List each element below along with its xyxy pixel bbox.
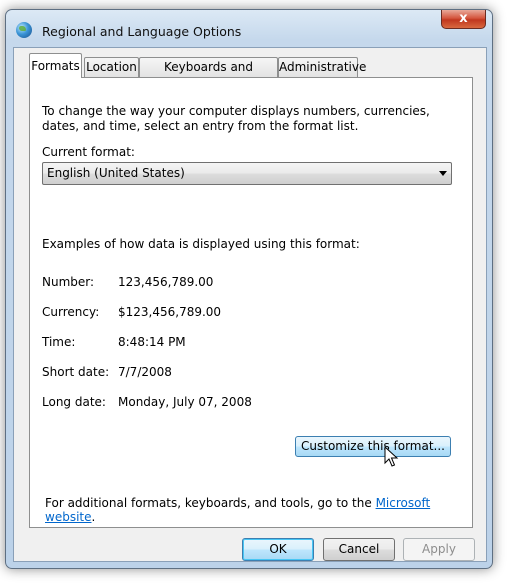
close-icon: x [459,11,468,26]
number-value: 123,456,789.00 [118,275,214,289]
footer-text: For additional formats, keyboards, and t… [45,496,472,524]
formats-panel: To change the way your computer displays… [29,77,473,528]
tab-keyboards-and-languages[interactable]: Keyboards and Languages [139,57,278,93]
time-label: Time: [42,335,76,349]
short-date-value: 7/7/2008 [118,365,172,379]
tab-administrative[interactable]: Administrative [278,57,366,77]
examples-title: Examples of how data is displayed using … [42,237,360,251]
mouse-pointer-icon [384,446,399,467]
ok-button[interactable]: OK [242,538,314,561]
currency-label: Currency: [42,305,100,319]
footer-text-suffix: . [91,510,96,524]
title-bar[interactable]: Regional and Language Options x [6,10,492,50]
short-date-label: Short date: [42,365,110,379]
number-label: Number: [42,275,95,289]
time-value: 8:48:14 PM [118,335,186,349]
dialog-client-area: Formats Location Keyboards and Languages… [13,47,487,562]
current-format-value: English (United States) [47,166,185,180]
intro-text: To change the way your computer displays… [42,104,430,133]
window-title: Regional and Language Options [42,24,242,39]
tab-formats[interactable]: Formats [29,53,82,78]
dialog-window: Regional and Language Options x Formats … [5,9,493,569]
chevron-down-icon [439,171,447,176]
close-button[interactable]: x [441,10,486,29]
long-date-label: Long date: [42,395,106,409]
globe-icon [16,22,32,38]
current-format-select[interactable]: English (United States) [42,162,452,185]
apply-button: Apply [403,538,475,561]
footer-text-prefix: For additional formats, keyboards, and t… [45,496,376,510]
customize-format-button[interactable]: Customize this format... [295,436,451,457]
cancel-button[interactable]: Cancel [323,538,395,561]
long-date-value: Monday, July 07, 2008 [118,395,252,409]
tab-location[interactable]: Location [84,57,139,77]
currency-value: $123,456,789.00 [118,305,222,319]
current-format-label: Current format: [42,145,135,159]
